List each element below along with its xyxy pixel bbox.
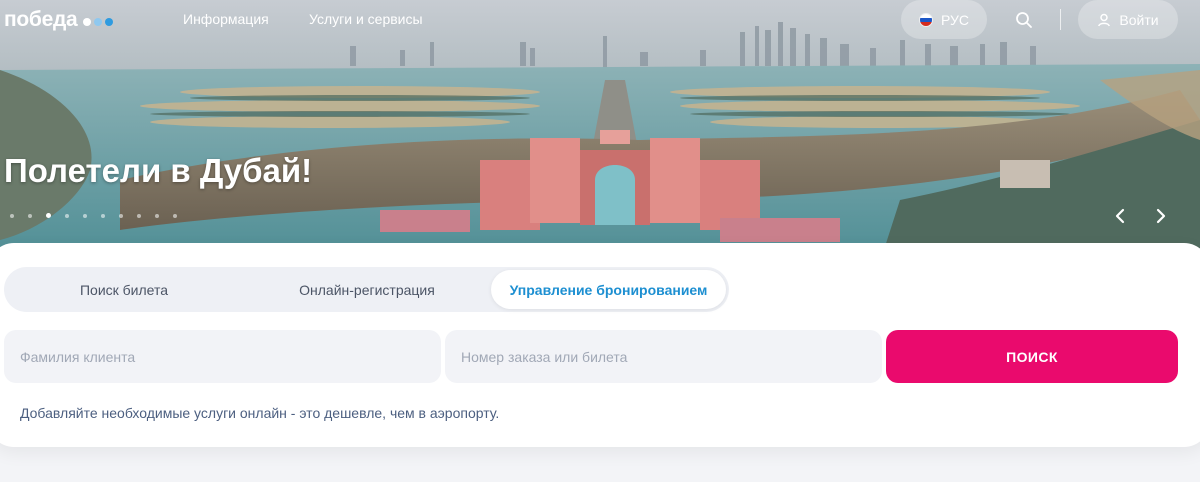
login-button[interactable]: Войти (1078, 0, 1178, 39)
nav-info-link[interactable]: Информация (183, 11, 269, 27)
booking-tabs: Поиск билета Онлайн-регистрация Управлен… (4, 267, 729, 312)
booking-hint: Добавляйте необходимые услуги онлайн - э… (20, 405, 500, 421)
logo-dot (83, 18, 92, 26)
slider-dot[interactable] (83, 213, 87, 218)
chevron-right-icon[interactable] (1149, 204, 1173, 228)
slider-dot[interactable] (65, 213, 69, 218)
slider-dot[interactable] (119, 213, 123, 218)
slider-dot[interactable] (173, 213, 177, 218)
language-button[interactable]: РУС (901, 0, 987, 39)
slider-dot[interactable] (155, 213, 159, 218)
chevron-left-icon[interactable] (1108, 204, 1132, 228)
logo-dot (94, 18, 103, 26)
logo-text: победа (4, 8, 78, 31)
russia-flag-icon (918, 12, 933, 27)
logo[interactable]: победа (4, 6, 114, 34)
hero-title: Полетели в Дубай! (4, 152, 313, 189)
slider-dot-active[interactable] (46, 213, 51, 218)
slider-dot[interactable] (137, 213, 141, 218)
site-header: победа Информация Услуги и сервисы РУС В… (0, 0, 1200, 40)
slider-dots (10, 213, 177, 218)
search-button[interactable]: ПОИСК (886, 330, 1178, 383)
logo-dot (105, 18, 114, 26)
tab-manage-booking[interactable]: Управление бронированием (491, 270, 726, 309)
surname-input[interactable] (4, 330, 441, 383)
tab-ticket-search[interactable]: Поиск билета (4, 270, 244, 309)
slider-dot[interactable] (28, 213, 32, 218)
tab-online-checkin[interactable]: Онлайн-регистрация (247, 270, 487, 309)
header-divider (1060, 9, 1061, 30)
search-icon[interactable] (1015, 11, 1033, 29)
hero-banner[interactable]: победа Информация Услуги и сервисы РУС В… (0, 0, 1200, 262)
user-icon (1098, 13, 1111, 26)
language-label: РУС (940, 11, 970, 28)
logo-dots (83, 18, 114, 26)
nav-services-link[interactable]: Услуги и сервисы (309, 11, 423, 27)
order-number-input[interactable] (445, 330, 882, 383)
slider-dot[interactable] (10, 213, 14, 218)
login-label: Войти (1119, 11, 1159, 28)
slider-dot[interactable] (101, 213, 105, 218)
page: победа Информация Услуги и сервисы РУС В… (0, 0, 1200, 482)
